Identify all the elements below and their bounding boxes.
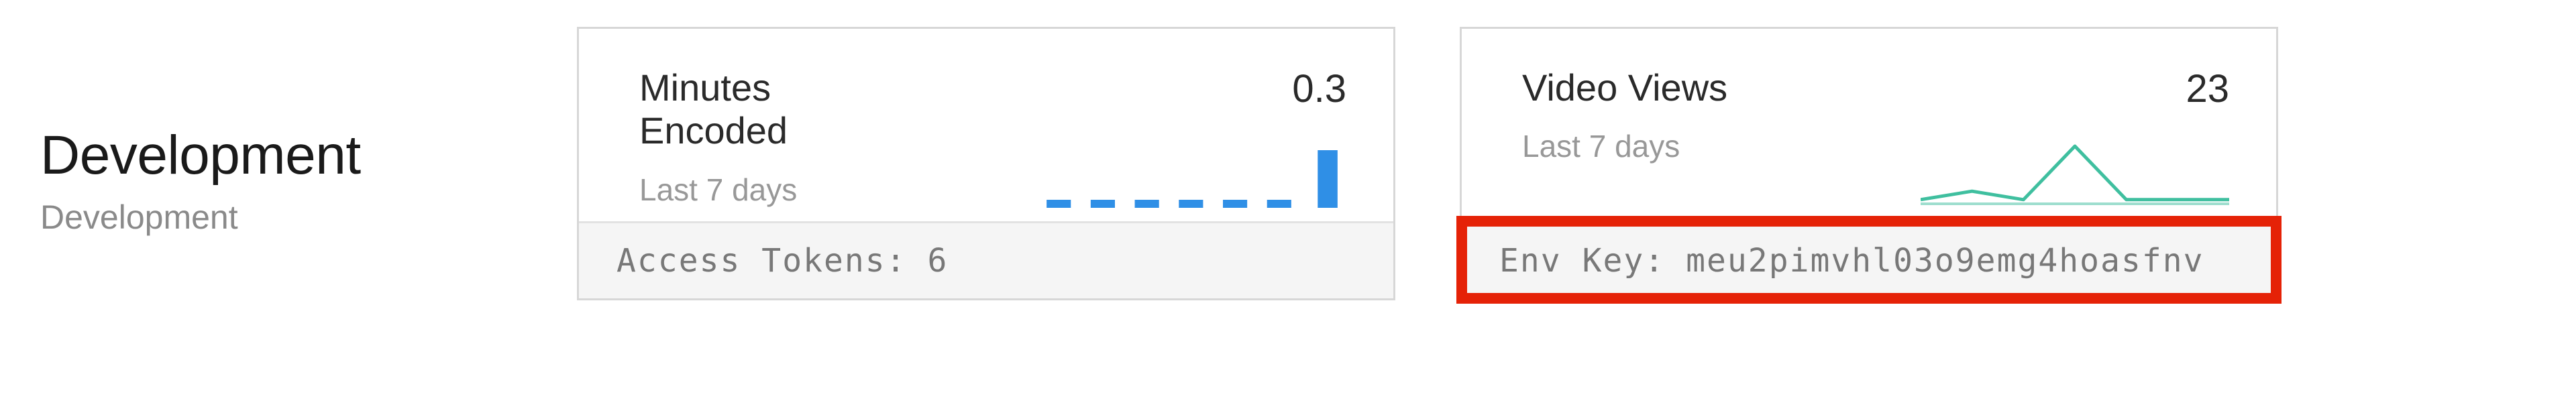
- card-body: Video Views Last 7 days 23: [1462, 29, 2276, 221]
- minutes-encoded-card[interactable]: Minutes Encoded Last 7 days 0.3 Access T…: [577, 27, 1395, 300]
- env-key-footer: Env Key: meu2pimvhl03o9emg4hoasfnv: [1462, 221, 2276, 298]
- footer-label: Access Tokens:: [616, 242, 927, 280]
- environment-info: Development Development: [40, 27, 510, 300]
- metric-value: 0.3: [1292, 66, 1346, 111]
- stat-cards: Minutes Encoded Last 7 days 0.3 Access T…: [577, 27, 2536, 300]
- metric-label-line1: Minutes: [639, 66, 771, 109]
- environment-row: Development Development Minutes Encoded …: [40, 27, 2536, 300]
- metric-label: Video Views: [1522, 66, 1727, 109]
- video-views-card[interactable]: Video Views Last 7 days 23 Env Key: meu2…: [1460, 27, 2278, 300]
- metric-label-line2: Encoded: [639, 109, 788, 152]
- metric-label: Minutes Encoded: [639, 66, 797, 153]
- card-body: Minutes Encoded Last 7 days 0.3: [579, 29, 1393, 221]
- access-tokens-footer: Access Tokens: 6: [579, 221, 1393, 298]
- card-right: 23: [1921, 66, 2229, 208]
- footer-label: Env Key:: [1499, 242, 1686, 280]
- minutes-sparkline: [1038, 141, 1346, 208]
- card-left: Minutes Encoded Last 7 days: [639, 66, 797, 208]
- environment-title: Development: [40, 124, 510, 187]
- card-right: 0.3: [1038, 66, 1346, 208]
- footer-value: meu2pimvhl03o9emg4hoasfnv: [1686, 242, 2204, 280]
- card-left: Video Views Last 7 days: [1522, 66, 1727, 208]
- metric-label-line1: Video Views: [1522, 66, 1727, 109]
- metric-value: 23: [2186, 66, 2229, 111]
- environment-subtitle: Development: [40, 198, 510, 237]
- footer-value: 6: [927, 242, 948, 280]
- metric-period: Last 7 days: [639, 172, 797, 208]
- metric-period: Last 7 days: [1522, 128, 1727, 164]
- views-sparkline: [1921, 141, 2229, 208]
